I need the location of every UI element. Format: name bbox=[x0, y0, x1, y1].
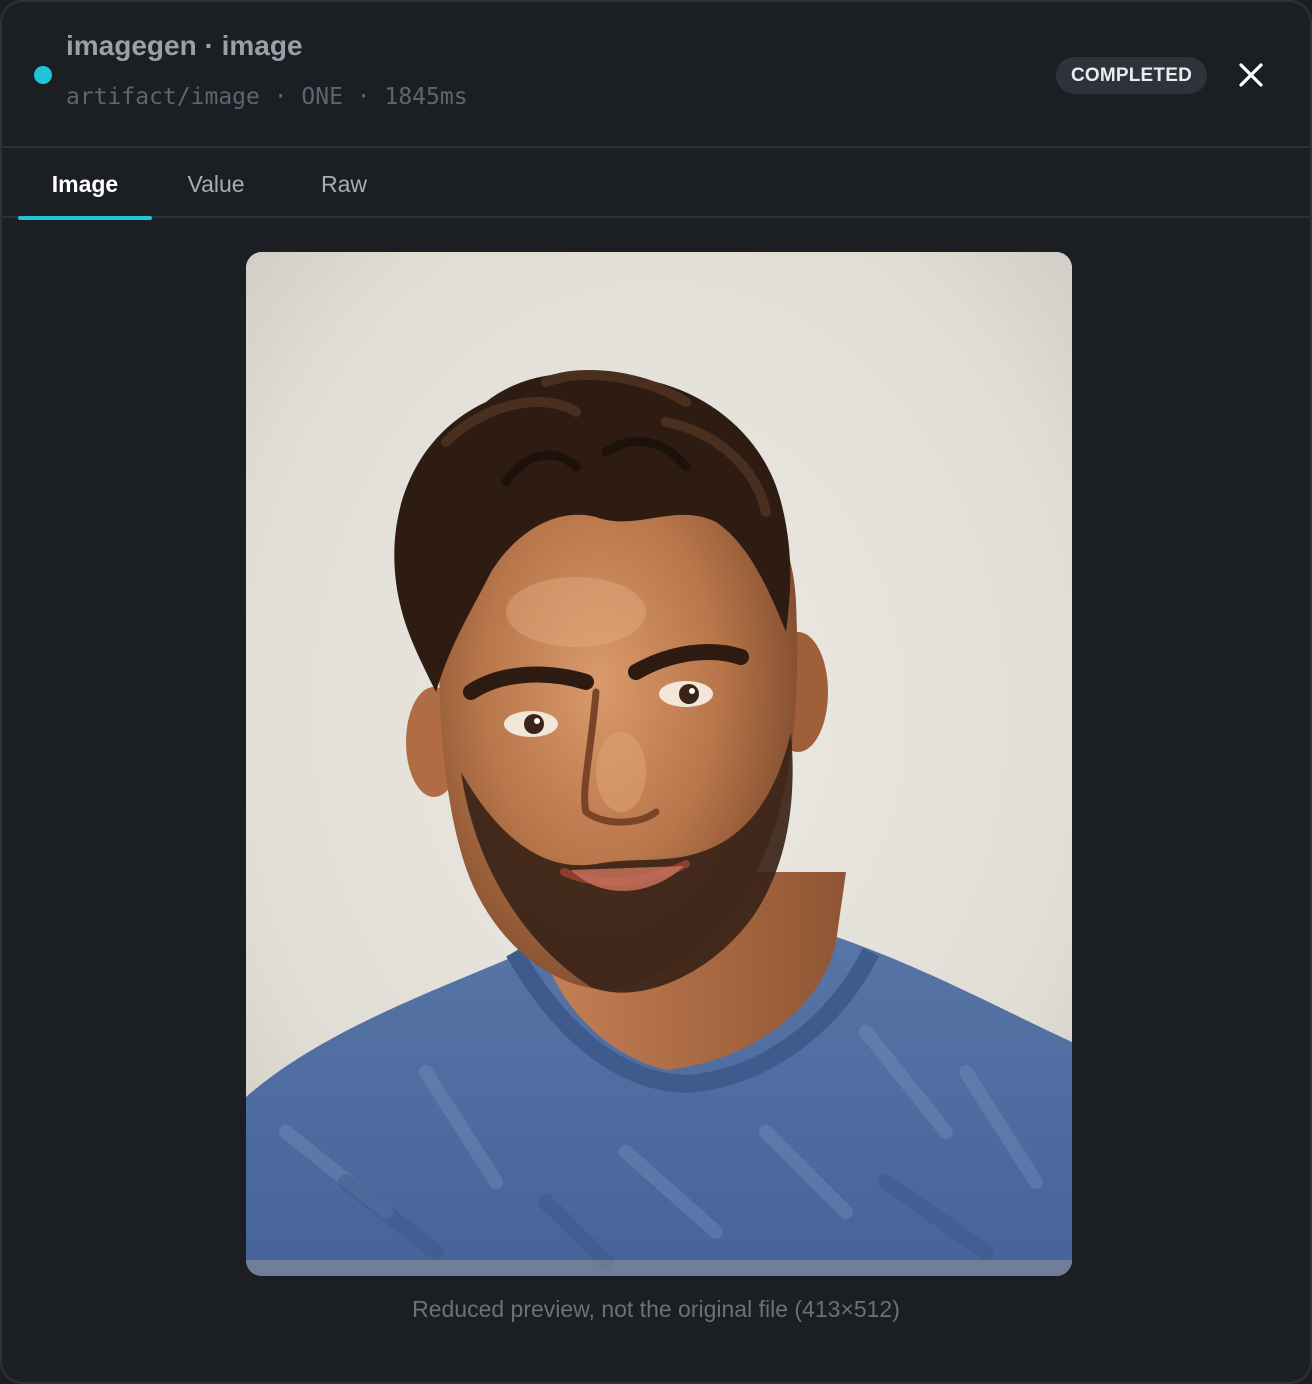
tab-value-label: Value bbox=[187, 170, 245, 197]
tab-raw-label: Raw bbox=[320, 170, 367, 197]
tab-active-indicator bbox=[18, 216, 152, 220]
image-preview[interactable] bbox=[246, 252, 1072, 1276]
tab-image[interactable]: Image bbox=[18, 150, 152, 220]
tab-raw[interactable]: Raw bbox=[280, 150, 408, 218]
close-button[interactable] bbox=[1232, 56, 1270, 94]
tab-image-label: Image bbox=[51, 170, 119, 197]
tab-value[interactable]: Value bbox=[152, 150, 280, 218]
status-dot bbox=[34, 66, 52, 84]
artifact-panel: imagegen · image artifact/image · ONE · … bbox=[0, 0, 1312, 1384]
preview-caption: Reduced preview, not the original file (… bbox=[412, 1296, 900, 1322]
panel-subtitle: artifact/image · ONE · 1845ms bbox=[66, 84, 468, 110]
close-icon bbox=[1239, 63, 1263, 87]
status-badge: COMPLETED bbox=[1056, 57, 1207, 94]
portrait-image bbox=[246, 252, 1072, 1276]
tab-bar: Image Value Raw bbox=[2, 150, 1310, 220]
panel-header: imagegen · image artifact/image · ONE · … bbox=[2, 2, 1310, 148]
panel-title: imagegen · image bbox=[66, 30, 303, 61]
